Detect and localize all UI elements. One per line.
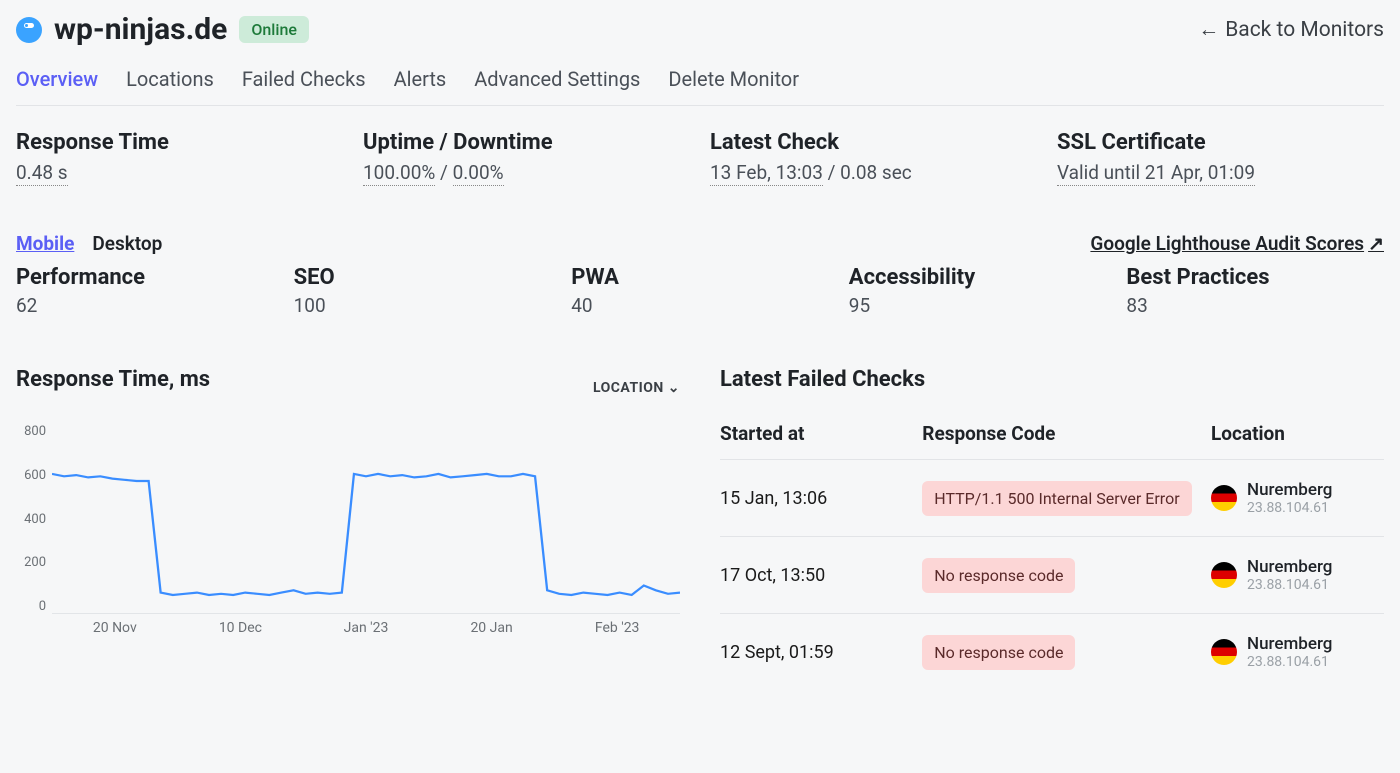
failed-check-row[interactable]: 15 Jan, 13:06 HTTP/1.1 500 Internal Serve… <box>720 460 1384 537</box>
response-time-chart[interactable]: 800 600 400 200 0 20 Nov10 DecJan '2320 JanF… <box>16 424 680 644</box>
lighthouse-link-label: Google Lighthouse Audit Scores <box>1090 232 1364 255</box>
y-tick: 200 <box>16 555 46 570</box>
location-ip: 23.88.104.61 <box>1247 577 1332 593</box>
x-tick: 20 Nov <box>52 620 178 644</box>
location-dropdown-label: LOCATION <box>593 380 664 396</box>
failed-checks-title: Latest Failed Checks <box>720 367 1384 392</box>
status-badge: Online <box>239 16 309 43</box>
chevron-down-icon: ⌄ <box>668 380 680 396</box>
tab-locations[interactable]: Locations <box>126 67 214 91</box>
y-tick: 800 <box>16 424 46 439</box>
failed-check-row[interactable]: 12 Sept, 01:59 No response code Nuremberg2… <box>720 614 1384 676</box>
flag-icon-de <box>1211 485 1237 511</box>
downtime-value[interactable]: 0.00% <box>453 161 504 186</box>
location-dropdown[interactable]: LOCATION ⌄ <box>593 380 680 396</box>
arrow-left-icon: ← <box>1198 18 1219 42</box>
score-value-best: 83 <box>1126 294 1384 317</box>
score-value-performance: 62 <box>16 294 274 317</box>
chart-title: Response Time, ms <box>16 367 210 392</box>
latest-check-time[interactable]: 13 Feb, 13:03 <box>710 161 823 186</box>
latest-check-duration: 0.08 sec <box>840 161 912 184</box>
site-favicon <box>16 17 42 43</box>
x-tick: 10 Dec <box>178 620 304 644</box>
location-ip: 23.88.104.61 <box>1247 500 1332 516</box>
metric-value: 100.00% / 0.00% <box>363 161 690 184</box>
location-ip: 23.88.104.61 <box>1247 654 1332 670</box>
y-tick: 600 <box>16 468 46 483</box>
tab-overview[interactable]: Overview <box>16 67 98 91</box>
metric-title: Uptime / Downtime <box>363 130 690 155</box>
failed-started: 12 Sept, 01:59 <box>720 642 910 663</box>
score-value-pwa: 40 <box>571 294 829 317</box>
flag-icon-de <box>1211 562 1237 588</box>
metric-title: Response Time <box>16 130 343 155</box>
score-value-seo: 100 <box>294 294 552 317</box>
failed-check-row[interactable]: 17 Oct, 13:50 No response code Nuremberg23… <box>720 537 1384 614</box>
location-name: Nuremberg <box>1247 480 1332 500</box>
response-code-badge: No response code <box>922 558 1075 593</box>
x-tick: Feb '23 <box>554 620 680 644</box>
chart-line <box>52 474 680 595</box>
monitor-tabs: Overview Locations Failed Checks Alerts … <box>16 67 1384 106</box>
score-title-performance: Performance <box>16 265 274 290</box>
metric-value: 13 Feb, 13:03 / 0.08 sec <box>710 161 1037 184</box>
response-code-badge: HTTP/1.1 500 Internal Server Error <box>922 481 1191 516</box>
external-link-icon: ↗ <box>1368 232 1384 255</box>
y-tick: 0 <box>16 599 46 614</box>
back-link-label: Back to Monitors <box>1225 18 1384 42</box>
x-tick: Jan '23 <box>303 620 429 644</box>
tab-advanced-settings[interactable]: Advanced Settings <box>474 67 640 91</box>
score-title-best: Best Practices <box>1126 265 1384 290</box>
failed-started: 15 Jan, 13:06 <box>720 488 910 509</box>
tab-failed-checks[interactable]: Failed Checks <box>242 67 366 91</box>
metric-latest-check: Latest Check 13 Feb, 13:03 / 0.08 sec <box>710 130 1037 184</box>
metric-title: Latest Check <box>710 130 1037 155</box>
device-tab-mobile[interactable]: Mobile <box>16 232 74 255</box>
metric-title: SSL Certificate <box>1057 130 1384 155</box>
location-name: Nuremberg <box>1247 557 1332 577</box>
tab-delete-monitor[interactable]: Delete Monitor <box>668 67 799 91</box>
ssl-value[interactable]: Valid until 21 Apr, 01:09 <box>1057 161 1255 186</box>
score-title-pwa: PWA <box>571 265 829 290</box>
site-title: wp-ninjas.de <box>54 12 227 47</box>
metric-response-time: Response Time 0.48 s <box>16 130 343 184</box>
back-to-monitors-link[interactable]: ← Back to Monitors <box>1198 18 1384 42</box>
metric-value[interactable]: 0.48 s <box>16 161 68 186</box>
score-value-accessibility: 95 <box>849 294 1107 317</box>
flag-icon-de <box>1211 639 1237 665</box>
response-code-badge: No response code <box>922 635 1075 670</box>
metric-uptime: Uptime / Downtime 100.00% / 0.00% <box>363 130 690 184</box>
lighthouse-scores-link[interactable]: Google Lighthouse Audit Scores ↗ <box>1090 232 1384 255</box>
y-tick: 400 <box>16 512 46 527</box>
location-name: Nuremberg <box>1247 634 1332 654</box>
uptime-value[interactable]: 100.00% <box>363 161 435 186</box>
score-title-accessibility: Accessibility <box>849 265 1107 290</box>
failed-checks-panel: Latest Failed Checks Started at Response… <box>720 367 1384 676</box>
x-tick: 20 Jan <box>429 620 555 644</box>
col-location: Location <box>1211 422 1384 445</box>
device-tab-desktop[interactable]: Desktop <box>92 232 162 255</box>
col-started: Started at <box>720 422 910 445</box>
score-title-seo: SEO <box>294 265 552 290</box>
response-time-chart-panel: Response Time, ms LOCATION ⌄ 800 600 400 20… <box>16 367 680 676</box>
failed-started: 17 Oct, 13:50 <box>720 565 910 586</box>
col-response-code: Response Code <box>922 422 1199 445</box>
tab-alerts[interactable]: Alerts <box>394 67 447 91</box>
metric-ssl: SSL Certificate Valid until 21 Apr, 01:0… <box>1057 130 1384 184</box>
